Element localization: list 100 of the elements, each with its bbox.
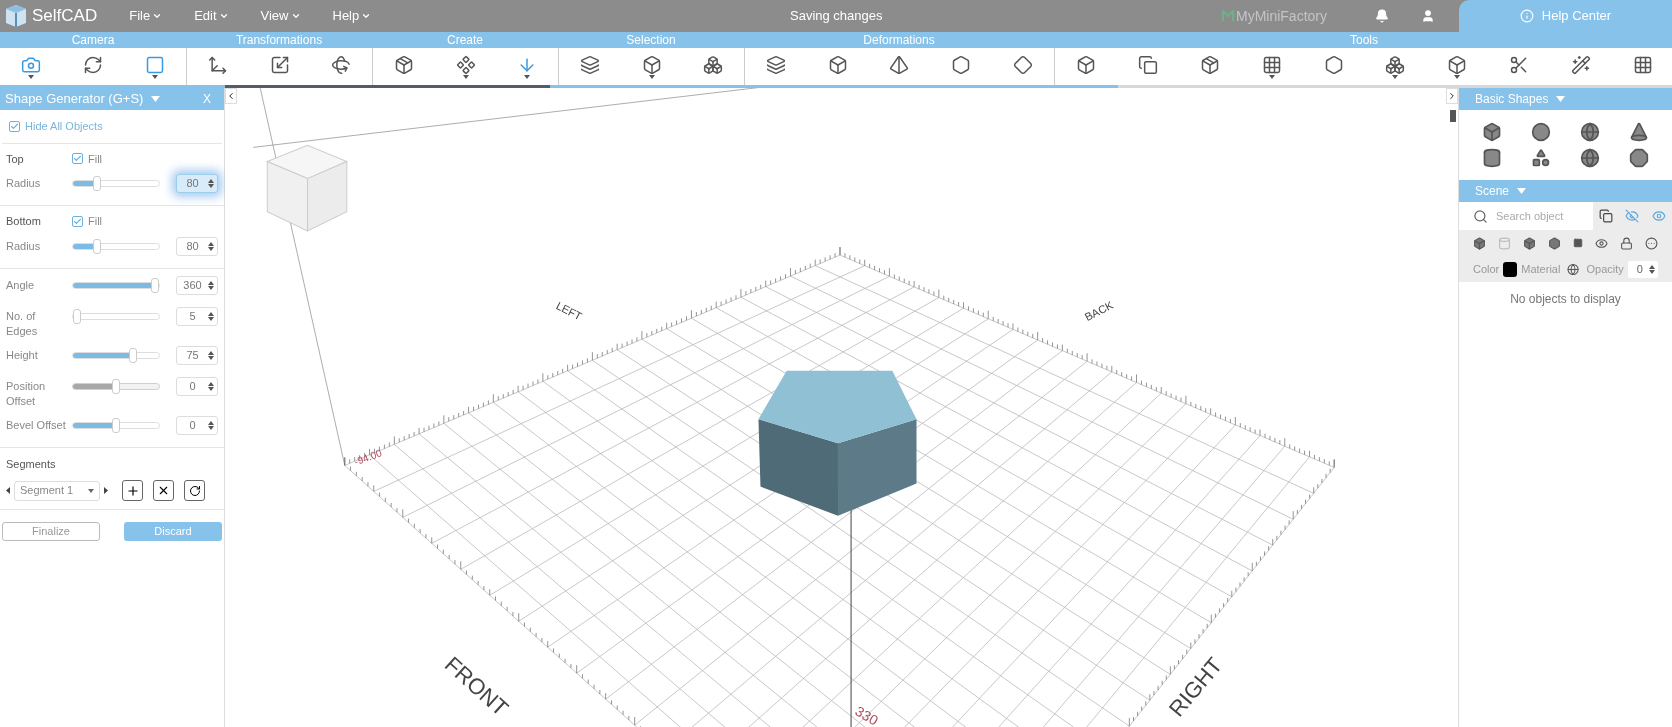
cubes-icon bbox=[703, 54, 724, 75]
menu-button[interactable]: File bbox=[129, 6, 163, 26]
shape-button[interactable] bbox=[1481, 122, 1502, 142]
spinner-icon[interactable] bbox=[208, 420, 217, 430]
number-input[interactable]: 80 bbox=[176, 174, 218, 193]
spinner-icon[interactable] bbox=[208, 350, 217, 360]
app-name: SelfCAD bbox=[32, 5, 98, 28]
group-title: Bottom bbox=[6, 214, 42, 229]
group-title: Top bbox=[6, 151, 25, 167]
expand-right-button[interactable] bbox=[1446, 88, 1458, 104]
grid-icon bbox=[1633, 54, 1654, 75]
grid-icon bbox=[1261, 54, 1282, 75]
menu-button[interactable]: Edit bbox=[194, 6, 229, 26]
panel-title: Scene bbox=[1475, 183, 1510, 200]
rotate-icon bbox=[188, 484, 201, 497]
checkbox-label: Fill bbox=[88, 151, 103, 167]
plus-icon bbox=[125, 483, 140, 498]
checkbox-label: Hide All Objects bbox=[25, 119, 103, 134]
remove-button[interactable] bbox=[153, 480, 174, 501]
menu-button[interactable]: Help bbox=[332, 6, 372, 26]
shape-button[interactable] bbox=[1481, 148, 1502, 168]
number-input[interactable]: 360 bbox=[176, 275, 218, 295]
chevron-left-icon bbox=[226, 91, 236, 101]
cube-icon[interactable] bbox=[1473, 236, 1486, 250]
lock-icon[interactable] bbox=[1620, 236, 1633, 250]
rotate-icon bbox=[331, 54, 352, 75]
panel-title: Basic Shapes bbox=[1475, 91, 1549, 108]
checkbox[interactable] bbox=[72, 215, 83, 227]
field-label: Opacity bbox=[1586, 261, 1624, 277]
square-icon[interactable] bbox=[1573, 238, 1583, 248]
number-input[interactable]: 5 bbox=[176, 306, 218, 326]
slider-thumb[interactable] bbox=[151, 277, 159, 293]
more-icon[interactable] bbox=[1645, 236, 1658, 250]
next-arrow-icon[interactable] bbox=[104, 487, 108, 494]
slider-label: Height bbox=[6, 347, 39, 363]
menu-button[interactable]: View bbox=[260, 6, 301, 26]
slider-thumb[interactable] bbox=[129, 347, 138, 363]
shape-button[interactable] bbox=[1580, 122, 1601, 142]
notification-bell-icon[interactable] bbox=[1375, 9, 1389, 23]
spinner-icon[interactable] bbox=[208, 179, 217, 188]
save-status: Saving changes bbox=[790, 7, 883, 26]
move-arrows-icon bbox=[207, 54, 228, 75]
number-input[interactable]: 75 bbox=[176, 345, 218, 365]
cube-icon bbox=[827, 54, 848, 75]
number-input[interactable]: 80 bbox=[176, 236, 218, 256]
caret-icon bbox=[218, 11, 229, 21]
color-swatch[interactable] bbox=[1503, 261, 1518, 277]
refresh-icon bbox=[83, 54, 103, 75]
stack-icon bbox=[765, 54, 786, 75]
segment-dropdown[interactable]: Segment 1 bbox=[14, 480, 100, 501]
cube-icon[interactable] bbox=[1523, 236, 1536, 250]
collapse-left-button[interactable] bbox=[225, 88, 237, 104]
scroll-handle[interactable] bbox=[1450, 110, 1456, 122]
partner-logo[interactable]: MyMiniFactory bbox=[1236, 5, 1327, 27]
section-label: Transformations bbox=[186, 32, 372, 48]
spinner-icon[interactable] bbox=[208, 280, 217, 290]
section-label: Camera bbox=[0, 32, 186, 48]
coordinate-readout: -94.00 bbox=[352, 447, 384, 468]
previous-arrow-icon[interactable] bbox=[6, 487, 10, 494]
checkbox[interactable] bbox=[9, 120, 20, 132]
copy-icon bbox=[1137, 54, 1158, 75]
polyhedron-icon bbox=[1629, 148, 1650, 168]
cube-icon bbox=[1075, 54, 1096, 75]
spinner-icon[interactable] bbox=[208, 311, 217, 321]
reset-button[interactable] bbox=[184, 480, 205, 501]
field-label: Material bbox=[1521, 261, 1561, 277]
group-title: Segments bbox=[6, 456, 57, 472]
number-input[interactable]: 0 bbox=[176, 415, 218, 435]
search-icon bbox=[1473, 208, 1488, 224]
wand-icon bbox=[1571, 54, 1592, 75]
cube-icon bbox=[1447, 54, 1468, 75]
coordinate-readout: 330 bbox=[852, 702, 881, 727]
slider-label: Angle bbox=[6, 277, 36, 293]
empty-message: No objects to display bbox=[1509, 291, 1622, 308]
finalize-button[interactable]: Finalize bbox=[2, 522, 100, 541]
slider-thumb[interactable] bbox=[92, 176, 101, 191]
slider-thumb[interactable] bbox=[73, 308, 81, 324]
add-button[interactable] bbox=[122, 480, 143, 501]
eye-icon[interactable] bbox=[1595, 236, 1608, 250]
slider-label: Position Offset bbox=[6, 378, 47, 409]
caret-icon bbox=[361, 11, 372, 21]
shape-button[interactable] bbox=[1629, 122, 1650, 142]
opacity-input[interactable]: 0 bbox=[1627, 260, 1658, 278]
checkbox-label: Fill bbox=[88, 214, 103, 229]
scale-icon bbox=[269, 54, 290, 75]
sphere-icon bbox=[1580, 122, 1601, 142]
spinner-icon[interactable] bbox=[208, 241, 217, 251]
user-icon[interactable] bbox=[1421, 9, 1435, 23]
cubes-icon bbox=[1385, 54, 1406, 75]
section-label: Deformations bbox=[744, 32, 1054, 48]
box-icon bbox=[1199, 54, 1220, 75]
cube-icon bbox=[1481, 122, 1502, 142]
partner-logo-icon bbox=[1222, 10, 1234, 22]
slider-thumb[interactable] bbox=[92, 238, 101, 254]
slider-label: Radius bbox=[6, 176, 42, 191]
hexagon-icon[interactable] bbox=[1548, 236, 1561, 250]
panel-title: Shape Generator (G+S) bbox=[5, 90, 144, 109]
shape-button[interactable] bbox=[1629, 148, 1650, 168]
checkbox[interactable] bbox=[72, 153, 83, 165]
slider-thumb[interactable] bbox=[112, 417, 120, 433]
